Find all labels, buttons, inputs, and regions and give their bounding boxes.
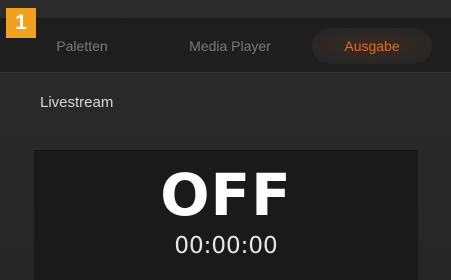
livestream-status-display: OFF 00:00:00	[34, 150, 418, 280]
tab-media-player[interactable]: Media Player	[156, 28, 304, 64]
tab-bar: Paletten Media Player Ausgabe	[0, 18, 451, 72]
step-badge: 1	[6, 8, 36, 38]
output-panel: Paletten Media Player Ausgabe Livestream…	[0, 0, 451, 280]
livestream-timer: 00:00:00	[174, 233, 278, 259]
livestream-state: OFF	[160, 161, 292, 229]
livestream-label: Livestream	[40, 94, 114, 111]
tab-paletten[interactable]: Paletten	[18, 28, 146, 64]
tab-ausgabe[interactable]: Ausgabe	[312, 28, 432, 64]
tab-divider	[0, 72, 451, 73]
